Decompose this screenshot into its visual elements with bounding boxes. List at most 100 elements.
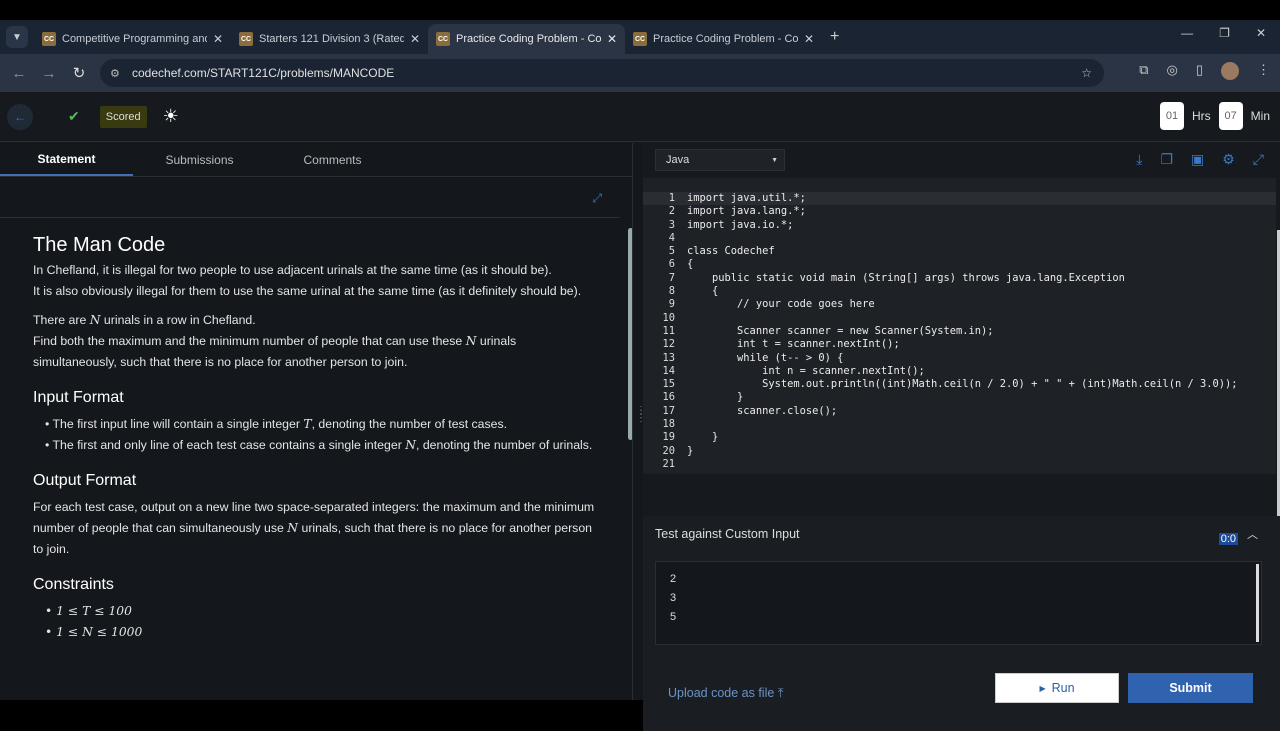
submit-button[interactable]: Submit: [1128, 673, 1253, 703]
close-tab-icon[interactable]: ✕: [410, 32, 420, 46]
new-tab-button[interactable]: +: [830, 28, 839, 46]
profile-avatar[interactable]: [1221, 62, 1239, 80]
expand-icon[interactable]: ⤢: [592, 191, 602, 206]
constraint-item: 1 ≤ N ≤ 1000: [45, 622, 603, 643]
back-button[interactable]: ←: [4, 65, 34, 82]
editor-panel: Java ⤓ ❐ ▣ ⚙ ⤢ 1 import java.util.*; 2 import j…: [643, 143, 1280, 731]
browser-tab[interactable]: CC Practice Coding Problem - Code ✕: [428, 24, 625, 54]
line-number: 7: [668, 271, 675, 284]
performance-icon[interactable]: ◎: [1167, 62, 1178, 80]
browser-tab[interactable]: CC Practice Coding Problem - Code ✕: [625, 24, 822, 54]
menu-icon[interactable]: ⋮: [1257, 62, 1270, 80]
code-line[interactable]: 3 import java.io.*;: [643, 219, 1276, 232]
restore-button[interactable]: ❐: [1219, 26, 1230, 40]
math-var: N: [287, 521, 299, 535]
input-line: 3: [670, 592, 677, 604]
text: urinals in a row in Chefland.: [100, 313, 256, 327]
code-line[interactable]: 5 class Codechef: [643, 245, 1276, 258]
code-line[interactable]: 16 }: [643, 391, 1276, 404]
math-var: T: [303, 417, 312, 431]
code-line[interactable]: 13 while (t-- > 0) {: [643, 352, 1276, 365]
settings-gear-icon[interactable]: ⚙: [1222, 151, 1235, 168]
tab-submissions[interactable]: Submissions: [133, 143, 266, 176]
upload-code-link[interactable]: Upload code as file ⤒: [668, 686, 783, 701]
bookmark-star-icon[interactable]: ☆: [1081, 66, 1092, 80]
input-item: The first and only line of each test cas…: [45, 435, 603, 456]
code-text: int t = scanner.nextInt();: [687, 338, 900, 351]
code-line[interactable]: 1 import java.util.*;: [643, 192, 1276, 206]
intro-line: It is also obviously illegal for them to…: [33, 284, 582, 298]
code-line[interactable]: 14 int n = scanner.nextInt();: [643, 365, 1276, 378]
line-number: 18: [662, 418, 675, 431]
reload-button[interactable]: ↻: [64, 64, 94, 82]
code-line[interactable]: 9 // your code goes here: [643, 298, 1276, 311]
minimize-button[interactable]: —: [1181, 26, 1193, 40]
problem-title: The Man Code: [33, 234, 166, 256]
cursor-position: 0:0: [1218, 533, 1238, 545]
text: , denoting the number of urinals.: [415, 438, 593, 452]
code-text: scanner.close();: [687, 404, 838, 417]
code-line[interactable]: 4: [643, 232, 1276, 245]
close-tab-icon[interactable]: ✕: [607, 32, 617, 46]
browser-tab[interactable]: CC Starters 121 Division 3 (Rated) C ✕: [231, 24, 428, 54]
code-text: import java.util.*;: [687, 192, 806, 204]
input-format-heading: Input Format: [33, 389, 124, 406]
forward-button[interactable]: →: [34, 65, 64, 82]
line-number: 4: [668, 231, 675, 244]
tab-search-button[interactable]: ▼: [6, 26, 28, 48]
minutes-label: Min: [1250, 109, 1270, 123]
tab-statement[interactable]: Statement: [0, 143, 133, 176]
copy-icon[interactable]: ❐: [1160, 151, 1173, 168]
input-line: 5: [670, 611, 677, 623]
timer-minutes: 07: [1218, 102, 1243, 130]
close-window-button[interactable]: ✕: [1256, 26, 1266, 40]
site-info-icon[interactable]: ⚙: [110, 67, 130, 80]
line-number: 16: [662, 391, 675, 404]
save-icon[interactable]: ▣: [1191, 151, 1204, 168]
custom-input-textarea[interactable]: 2 3 5: [655, 561, 1262, 645]
constraints-heading: Constraints: [33, 576, 114, 593]
code-line[interactable]: 10: [643, 312, 1276, 325]
code-line[interactable]: 6{: [643, 258, 1276, 271]
url-bar[interactable]: ⚙ codechef.com/START121C/problems/MANCODE…: [100, 59, 1104, 87]
code-editor[interactable]: 1 import java.util.*; 2 import java.lang.*;…: [643, 178, 1276, 474]
sidebar-icon[interactable]: ▯: [1196, 62, 1203, 80]
back-arrow-icon[interactable]: ←: [7, 103, 33, 130]
code-line[interactable]: 8 {: [643, 285, 1276, 298]
code-text: class Codechef: [687, 245, 775, 258]
upload-label: Upload code as file: [668, 686, 775, 700]
code-line[interactable]: 17 scanner.close();: [643, 405, 1276, 418]
code-text: }: [687, 431, 719, 444]
browser-toolbar-icons: ⧉ ◎ ▯ ⋮: [1139, 62, 1270, 80]
code-line[interactable]: 20}: [643, 445, 1276, 458]
theme-toggle-sun-icon[interactable]: ☀: [163, 106, 179, 127]
panel-resize-handle[interactable]: ⋮ ⋮ ⋮: [632, 143, 646, 700]
extensions-icon[interactable]: ⧉: [1139, 62, 1148, 80]
browser-tab[interactable]: CC Competitive Programming and ✕: [34, 24, 231, 54]
run-button[interactable]: ▶ Run: [995, 673, 1119, 703]
chevron-up-icon[interactable]: ︿: [1247, 526, 1258, 542]
code-line[interactable]: 7 public static void main (String[] args…: [643, 272, 1276, 285]
input-scrollbar[interactable]: [1256, 564, 1259, 642]
code-text: {: [687, 285, 719, 298]
line-number: 17: [662, 404, 675, 417]
statement-panel: Statement Submissions Comments ⤢ The Man…: [0, 143, 633, 700]
code-line[interactable]: 12 int t = scanner.nextInt();: [643, 338, 1276, 351]
language-select[interactable]: Java: [655, 149, 785, 171]
code-line[interactable]: 19 }: [643, 431, 1276, 444]
close-tab-icon[interactable]: ✕: [213, 32, 223, 46]
code-line[interactable]: 11 Scanner scanner = new Scanner(System.…: [643, 325, 1276, 338]
line-number: 12: [662, 338, 675, 351]
line-number: 9: [668, 298, 675, 311]
codechef-favicon: CC: [239, 32, 253, 46]
fullscreen-icon[interactable]: ⤢: [1253, 151, 1264, 168]
close-tab-icon[interactable]: ✕: [804, 32, 814, 46]
code-text: }: [687, 444, 694, 457]
tab-comments[interactable]: Comments: [266, 143, 399, 176]
code-line[interactable]: 15 System.out.println((int)Math.ceil(n /…: [643, 378, 1276, 391]
download-icon[interactable]: ⤓: [1136, 151, 1142, 168]
code-line[interactable]: 18: [643, 418, 1276, 431]
code-line[interactable]: 2 import java.lang.*;: [643, 205, 1276, 218]
text: Find both the maximum and the minimum nu…: [33, 334, 466, 348]
code-line[interactable]: 21: [643, 458, 1276, 471]
